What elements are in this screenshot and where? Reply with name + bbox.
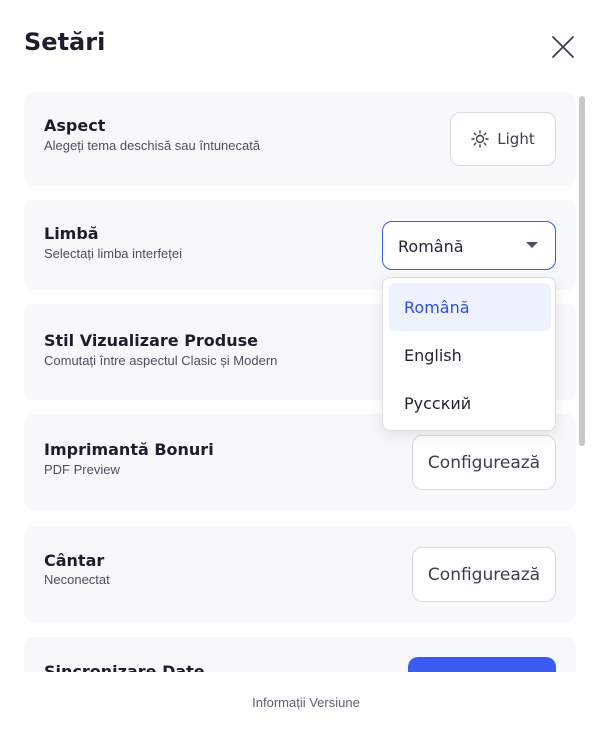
scale-configure-button[interactable]: Configurează xyxy=(412,547,556,602)
scale-title: Cântar xyxy=(44,551,105,570)
settings-header: Setări xyxy=(0,0,612,80)
language-subtitle: Selectați limba interfeței xyxy=(44,246,183,261)
theme-toggle-button[interactable]: Light xyxy=(450,112,556,166)
sync-button[interactable] xyxy=(408,657,556,672)
language-title: Limbă xyxy=(44,224,99,243)
language-select-value: Română xyxy=(398,237,464,256)
language-option-en[interactable]: English xyxy=(389,331,551,379)
scale-card: Cântar Neconectat Configurează xyxy=(24,526,576,622)
page-title: Setări xyxy=(24,28,106,56)
sync-title: Sincronizare Date xyxy=(44,662,205,672)
appearance-card: Aspect Alegeți tema deschisă sau întunec… xyxy=(24,92,576,186)
language-select[interactable]: Română xyxy=(382,221,556,270)
printer-title: Imprimantă Bonuri xyxy=(44,440,214,459)
language-option-ru[interactable]: Русский xyxy=(389,379,551,427)
scrollbar-thumb[interactable] xyxy=(579,96,585,446)
product-view-subtitle: Comutați între aspectul Clasic și Modern xyxy=(44,353,278,368)
appearance-subtitle: Alegeți tema deschisă sau întunecată xyxy=(44,138,261,153)
printer-configure-button[interactable]: Configurează xyxy=(412,435,556,490)
printer-subtitle: PDF Preview xyxy=(44,462,120,477)
sun-icon xyxy=(471,130,489,148)
close-icon[interactable] xyxy=(550,34,576,60)
chevron-down-icon xyxy=(526,242,538,248)
version-info-link[interactable]: Informații Versiune xyxy=(0,695,612,710)
scroll-fade xyxy=(0,672,612,678)
appearance-title: Aspect xyxy=(44,116,106,135)
product-view-title: Stil Vizualizare Produse xyxy=(44,331,259,350)
scale-subtitle: Neconectat xyxy=(44,572,110,587)
language-dropdown: Română English Русский xyxy=(382,277,556,431)
language-option-ro[interactable]: Română xyxy=(389,283,551,331)
theme-toggle-label: Light xyxy=(497,130,535,148)
